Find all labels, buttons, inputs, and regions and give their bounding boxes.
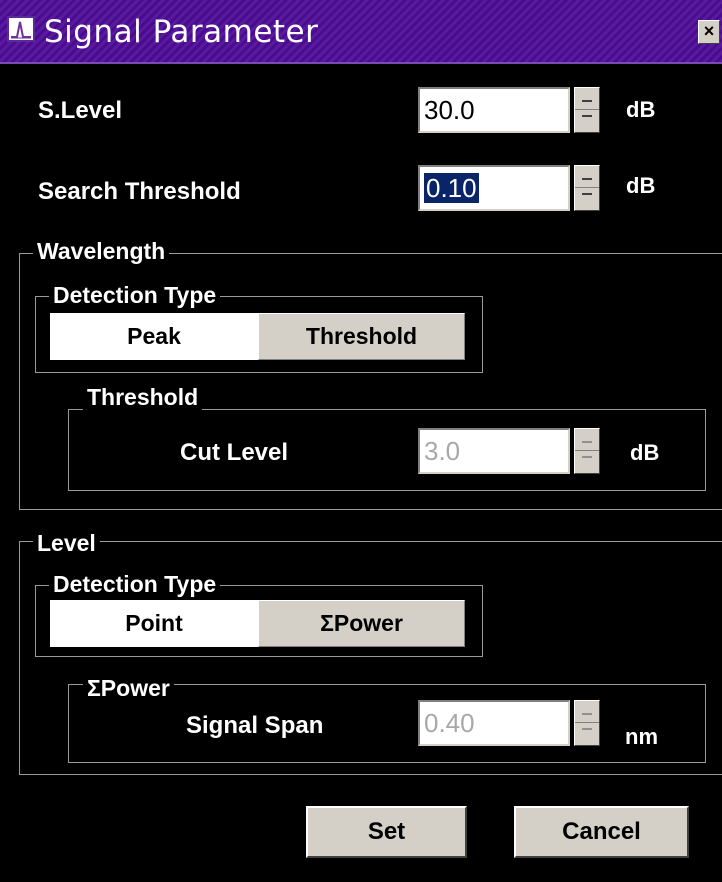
wavelength-detection-type-label: Detection Type [49, 282, 221, 309]
cut-level-label: Cut Level [180, 439, 289, 466]
s-level-label: S.Level [38, 97, 123, 124]
cut-level-input[interactable]: 3.0 [418, 428, 570, 474]
wavelength-detection-type-toggle: Peak Threshold [50, 313, 465, 360]
cut-level-unit: dB [630, 440, 660, 465]
level-detection-type-label: Detection Type [49, 571, 221, 598]
spin-up-icon[interactable] [575, 166, 599, 188]
sigma-power-group-label: ΣPower [83, 675, 174, 702]
signal-span-spinner[interactable] [574, 700, 600, 746]
search-threshold-value: 0.10 [424, 173, 479, 203]
point-option[interactable]: Point [50, 600, 258, 647]
search-threshold-input[interactable]: 0.10 [418, 165, 570, 211]
spin-up-icon[interactable] [575, 429, 599, 451]
signal-parameter-dialog: Signal Parameter × S.Level 30.0 dB Searc… [0, 0, 722, 882]
level-detection-type-toggle: Point ΣPower [50, 600, 465, 647]
search-threshold-unit: dB [626, 173, 656, 198]
signal-span-unit: nm [625, 724, 658, 749]
cancel-button[interactable]: Cancel [514, 806, 689, 858]
cut-level-spinner[interactable] [574, 428, 600, 474]
search-threshold-label: Search Threshold [38, 178, 241, 205]
window-title: Signal Parameter [44, 14, 319, 50]
s-level-input[interactable]: 30.0 [418, 87, 570, 133]
sigma-power-option[interactable]: ΣPower [258, 600, 465, 647]
spin-down-icon[interactable] [575, 451, 599, 472]
signal-span-label: Signal Span [186, 712, 324, 739]
level-group-label: Level [33, 530, 100, 557]
spin-up-icon[interactable] [575, 88, 599, 110]
threshold-option[interactable]: Threshold [258, 313, 465, 360]
wavelength-group-label: Wavelength [33, 238, 170, 265]
spin-down-icon[interactable] [575, 110, 599, 131]
peak-option[interactable]: Peak [50, 313, 258, 360]
title-bar[interactable]: Signal Parameter × [0, 0, 722, 64]
close-button[interactable]: × [698, 20, 720, 44]
s-level-unit: dB [626, 97, 656, 122]
search-threshold-spinner[interactable] [574, 165, 600, 211]
spin-up-icon[interactable] [575, 701, 599, 723]
set-button[interactable]: Set [306, 806, 467, 858]
signal-span-input[interactable]: 0.40 [418, 700, 570, 746]
app-icon [7, 16, 35, 42]
s-level-spinner[interactable] [574, 87, 600, 133]
threshold-group [68, 409, 706, 491]
spin-down-icon[interactable] [575, 723, 599, 744]
threshold-group-label: Threshold [83, 384, 203, 411]
spin-down-icon[interactable] [575, 188, 599, 209]
